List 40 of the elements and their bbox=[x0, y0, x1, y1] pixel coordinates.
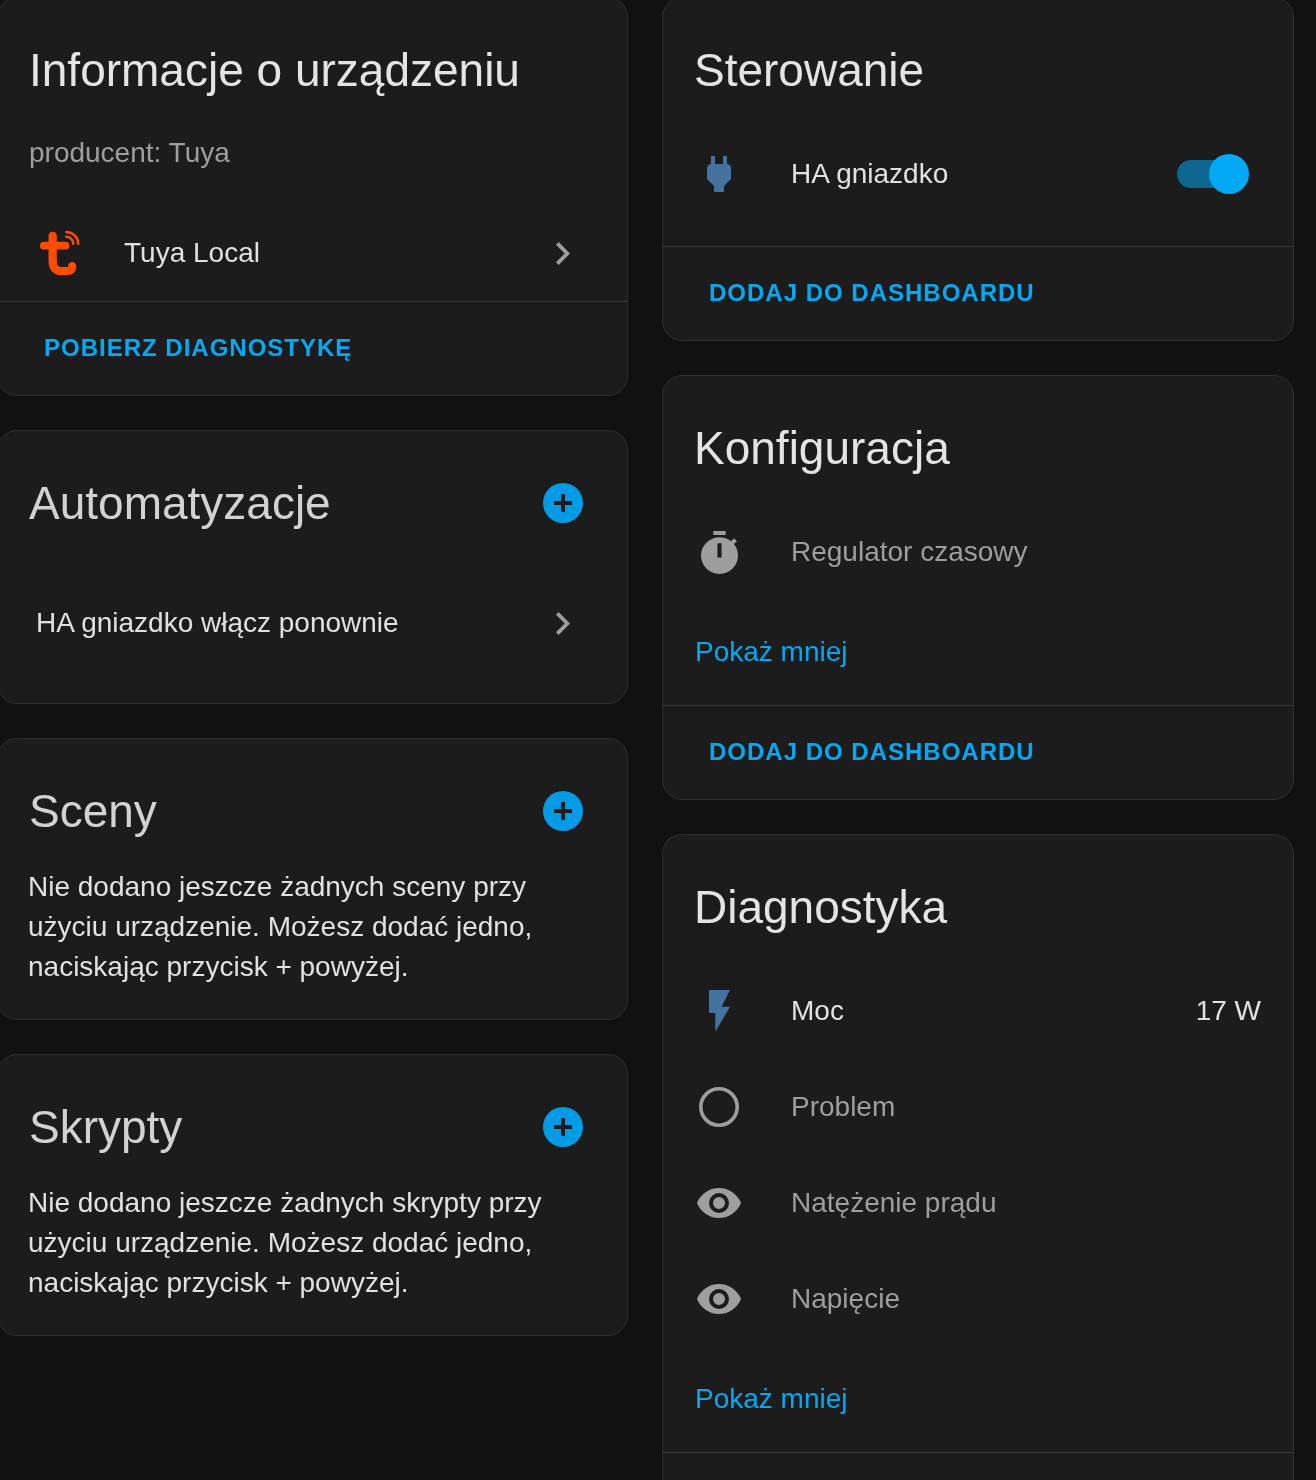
stopwatch-icon bbox=[700, 530, 738, 574]
action-button[interactable]: POBIERZ DIAGNOSTYKĘ bbox=[28, 320, 369, 376]
chevron-icon bbox=[556, 611, 570, 635]
entity-name: Regulator czasowy bbox=[791, 535, 1028, 569]
action-button[interactable]: DODAJ DO DASHBOARDU bbox=[693, 724, 1051, 780]
eye-icon bbox=[697, 1188, 741, 1218]
list-item[interactable]: HA gniazdko włącz ponownie bbox=[36, 575, 570, 671]
show-less-link[interactable]: Pokaż mniej bbox=[695, 632, 848, 672]
entity-name: Moc bbox=[791, 994, 844, 1028]
add-button[interactable] bbox=[543, 791, 583, 831]
card-title: Informacje o urządzeniu bbox=[29, 43, 520, 97]
entity-name: Problem bbox=[791, 1090, 896, 1124]
integration-item[interactable]: Tuya Local bbox=[0, 205, 627, 301]
card-title: Diagnostyka bbox=[694, 880, 948, 934]
entity-name: Napięcie bbox=[791, 1282, 900, 1316]
plus-icon bbox=[554, 802, 572, 820]
entity-name: HA gniazdko bbox=[791, 157, 949, 191]
eye-icon bbox=[697, 1284, 741, 1314]
add-button[interactable] bbox=[543, 483, 583, 523]
manufacturer-text: producent: Tuya bbox=[29, 136, 230, 170]
empty-state-text: Nie dodano jeszcze żadnych skrypty przy użyciu urządzenie. Możesz dodać jedno, naciskając przycisk + powyżej. bbox=[28, 1186, 543, 1300]
card-title: Sterowanie bbox=[694, 43, 925, 97]
empty-state-text: Nie dodano jeszcze żadnych sceny przy użyciu urządzenie. Możesz dodać jedno, naciskając przycisk + powyżej. bbox=[28, 870, 534, 984]
chevron-icon bbox=[556, 241, 570, 265]
lightning-icon bbox=[708, 990, 730, 1032]
card-title: Sceny bbox=[29, 784, 157, 838]
plug-icon bbox=[707, 156, 731, 192]
card-title: Skrypty bbox=[29, 1100, 183, 1154]
card-title: Automatyzacje bbox=[29, 476, 331, 530]
entity-name: Natężenie prądu bbox=[791, 1186, 997, 1220]
show-less-link[interactable]: Pokaż mniej bbox=[695, 1379, 848, 1419]
action-button[interactable]: DODAJ DO DASHBOARDU bbox=[693, 265, 1051, 321]
card-title: Konfiguracja bbox=[694, 421, 950, 475]
plus-icon bbox=[554, 1118, 572, 1136]
integration-logo-icon bbox=[39, 228, 82, 278]
add-button[interactable] bbox=[543, 1107, 583, 1147]
entity-value: 17 W bbox=[1195, 994, 1261, 1028]
ring-icon bbox=[699, 1087, 739, 1127]
plus-icon bbox=[554, 494, 572, 512]
toggle-switch[interactable] bbox=[1177, 154, 1249, 194]
